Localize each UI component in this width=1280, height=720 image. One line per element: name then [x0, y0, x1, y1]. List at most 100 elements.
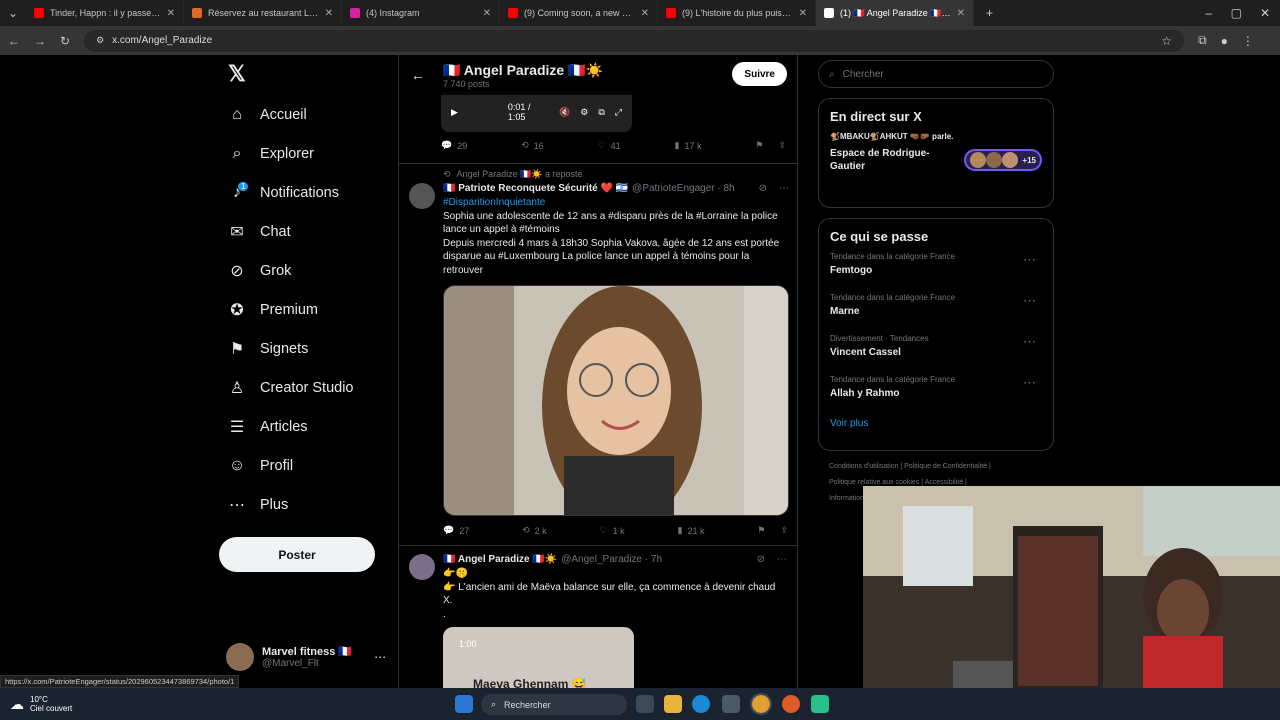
trend-more-icon[interactable]: ⋯	[1023, 375, 1036, 391]
trend-item[interactable]: Tendance dans la catégorie France Allah y…	[830, 375, 1042, 416]
taskbar-search[interactable]: ⌕ Rechercher	[481, 694, 627, 715]
weather-widget[interactable]: ☁ 10°C Ciel couvert	[0, 695, 200, 713]
nav-item-chat[interactable]: ✉ Chat	[218, 212, 398, 251]
reply-button[interactable]: 💬 29	[441, 140, 467, 151]
browser-tab[interactable]: (9) Coming soon, a new RPG fr... ✕	[500, 0, 658, 26]
browser-tab[interactable]: (1) 🇫🇷 Angel Paradize 🇫🇷☀️ ✕	[816, 0, 974, 26]
live-card[interactable]: En direct sur X 🐒MBAKU🐒AHKUT 🤜🏾🤛🏾 parle.…	[818, 98, 1054, 208]
views-button[interactable]: ▮ 17 k	[675, 140, 702, 151]
grok-icon[interactable]: ⊘	[757, 554, 765, 565]
author-handle[interactable]: @Angel_Paradize · 7h	[561, 554, 662, 565]
reload-icon[interactable]: ↻	[60, 34, 70, 48]
trend-more-icon[interactable]: ⋯	[1023, 293, 1036, 309]
follow-button[interactable]: Suivre	[732, 62, 787, 86]
tweet-card[interactable]: 🇫🇷 Angel Paradize 🇫🇷☀️ @Angel_Paradize ·…	[399, 545, 797, 688]
account-switcher[interactable]: Marvel fitness 🇫🇷 @Marvel_Flt ⋯	[226, 643, 386, 671]
post-button[interactable]: Poster	[219, 537, 375, 572]
back-arrow-icon[interactable]: ←	[411, 67, 441, 83]
firefox-icon[interactable]	[782, 695, 800, 713]
hashtag[interactable]: #DisparitionInquietante	[443, 196, 789, 210]
window-close-icon[interactable]: ✕	[1260, 6, 1270, 20]
author-name[interactable]: 🇫🇷 Angel Paradize 🇫🇷☀️	[443, 554, 557, 565]
store-icon[interactable]	[722, 695, 740, 713]
tab-close-icon[interactable]: ✕	[957, 8, 965, 19]
repost-button[interactable]: ⟲ 16	[521, 140, 544, 151]
site-info-icon[interactable]: ⚙	[96, 35, 104, 46]
new-tab-icon[interactable]: +	[986, 6, 993, 20]
browser-tab[interactable]: Réservez au restaurant Le Jules... ✕	[184, 0, 342, 26]
nav-item-articles[interactable]: ☰ Articles	[218, 407, 398, 446]
tweet-video[interactable]: 1:00 Maeva Ghennam 😅	[443, 627, 634, 688]
profile-browser-icon[interactable]: ●	[1221, 34, 1228, 48]
nav-item-notifications[interactable]: ♪ 1 Notifications	[218, 173, 398, 212]
browser-tab[interactable]: (9) L'histoire du plus puissant c... ✕	[658, 0, 816, 26]
settings-icon[interactable]: ⚙	[580, 107, 588, 118]
url-field[interactable]: ⚙ x.com/Angel_Paradize ☆	[84, 29, 1185, 52]
like-button[interactable]: ♡ 41	[598, 140, 621, 151]
maximize-icon[interactable]: ▢	[1231, 6, 1242, 20]
repost-button[interactable]: ⟲ 2 k	[522, 525, 547, 536]
windows-start-icon[interactable]	[455, 695, 473, 713]
trend-more-icon[interactable]: ⋯	[1023, 252, 1036, 268]
tweet-photo[interactable]	[443, 285, 789, 516]
nav-item-signets[interactable]: ⚑ Signets	[218, 329, 398, 368]
trend-item[interactable]: Tendance dans la catégorie France Femtogo…	[830, 252, 1042, 293]
nav-item-creator-studio[interactable]: ♙ Creator Studio	[218, 368, 398, 407]
nav-item-explorer[interactable]: ⌕ Explorer	[218, 134, 398, 173]
like-button[interactable]: ♡ 1 k	[600, 525, 625, 536]
forward-icon[interactable]: →	[34, 34, 46, 48]
bookmark-icon[interactable]: ⚑	[755, 140, 763, 151]
edge-icon[interactable]	[692, 695, 710, 713]
browser-tab[interactable]: (4) Instagram ✕	[342, 0, 500, 26]
tab-close-icon[interactable]: ✕	[167, 8, 175, 19]
nav-item-grok[interactable]: ⊘ Grok	[218, 251, 398, 290]
task-view-icon[interactable]	[636, 695, 654, 713]
bookmark-star-icon[interactable]: ☆	[1161, 34, 1172, 48]
reply-count: 29	[457, 140, 468, 151]
share-icon[interactable]: ⇪	[778, 140, 786, 151]
x-logo-icon[interactable]: 𝕏	[228, 61, 398, 89]
app-icon[interactable]	[811, 695, 829, 713]
more-icon[interactable]: ⋯	[779, 183, 789, 194]
tab-list-icon[interactable]: ⌄	[0, 6, 26, 20]
back-icon[interactable]: ←	[8, 34, 20, 48]
nav-item-premium[interactable]: ✪ Premium	[218, 290, 398, 329]
tab-close-icon[interactable]: ✕	[641, 8, 649, 19]
browser-menu-icon[interactable]: ⋮	[1242, 34, 1254, 48]
trend-item[interactable]: Tendance dans la catégorie France Marne ⋯	[830, 293, 1042, 334]
browser-tab[interactable]: Tinder, Happn : il y passe 3h p... ✕	[26, 0, 184, 26]
see-more-link[interactable]: Voir plus	[830, 418, 1042, 429]
bookmark-icon[interactable]: ⚑	[757, 525, 765, 536]
mute-icon[interactable]: 🔇	[559, 107, 570, 118]
fullscreen-icon[interactable]: ⤢	[615, 107, 622, 118]
share-icon[interactable]: ⇪	[780, 525, 788, 536]
nav-item-plus[interactable]: ⋯ Plus	[218, 485, 398, 524]
author-handle[interactable]: @PatrioteEngager · 8h	[632, 183, 734, 194]
play-icon[interactable]: ▶	[451, 107, 458, 118]
footer-line[interactable]: Conditions d'utilisation | Politique de …	[829, 459, 1054, 475]
views-button[interactable]: ▮ 21 k	[678, 525, 705, 536]
file-explorer-icon[interactable]	[664, 695, 682, 713]
extensions-icon[interactable]: ⧉	[1198, 33, 1207, 48]
author-name[interactable]: 🇫🇷 Patriote Reconquete Sécurité ❤️ 🇮🇱	[443, 183, 628, 194]
avatar[interactable]	[409, 554, 435, 580]
reply-button[interactable]: 💬 27	[443, 525, 469, 536]
pip-icon[interactable]: ⧉	[598, 107, 604, 118]
trend-more-icon[interactable]: ⋯	[1023, 334, 1036, 350]
search-input[interactable]: ⌕ Chercher	[818, 60, 1054, 88]
minimize-icon[interactable]: –	[1205, 6, 1212, 20]
nav-item-accueil[interactable]: ⌂ Accueil	[218, 95, 398, 134]
listener-count: +15	[1022, 155, 1036, 165]
nav-item-profil[interactable]: ☺ Profil	[218, 446, 398, 485]
more-icon[interactable]: ⋯	[777, 554, 787, 565]
trend-item[interactable]: Divertissement · Tendances Vincent Cassel…	[830, 334, 1042, 375]
live-listeners[interactable]: +15	[964, 149, 1042, 171]
account-more-icon[interactable]: ⋯	[374, 650, 386, 664]
chrome-icon[interactable]	[750, 693, 772, 715]
tab-close-icon[interactable]: ✕	[483, 8, 491, 19]
tab-close-icon[interactable]: ✕	[799, 8, 807, 19]
grok-icon[interactable]: ⊘	[759, 183, 767, 194]
tweet-card[interactable]: ⟲ Angel Paradize 🇫🇷☀️ a reposté 🇫🇷 Patrio…	[399, 163, 797, 543]
avatar[interactable]	[409, 183, 435, 209]
tab-close-icon[interactable]: ✕	[325, 8, 333, 19]
